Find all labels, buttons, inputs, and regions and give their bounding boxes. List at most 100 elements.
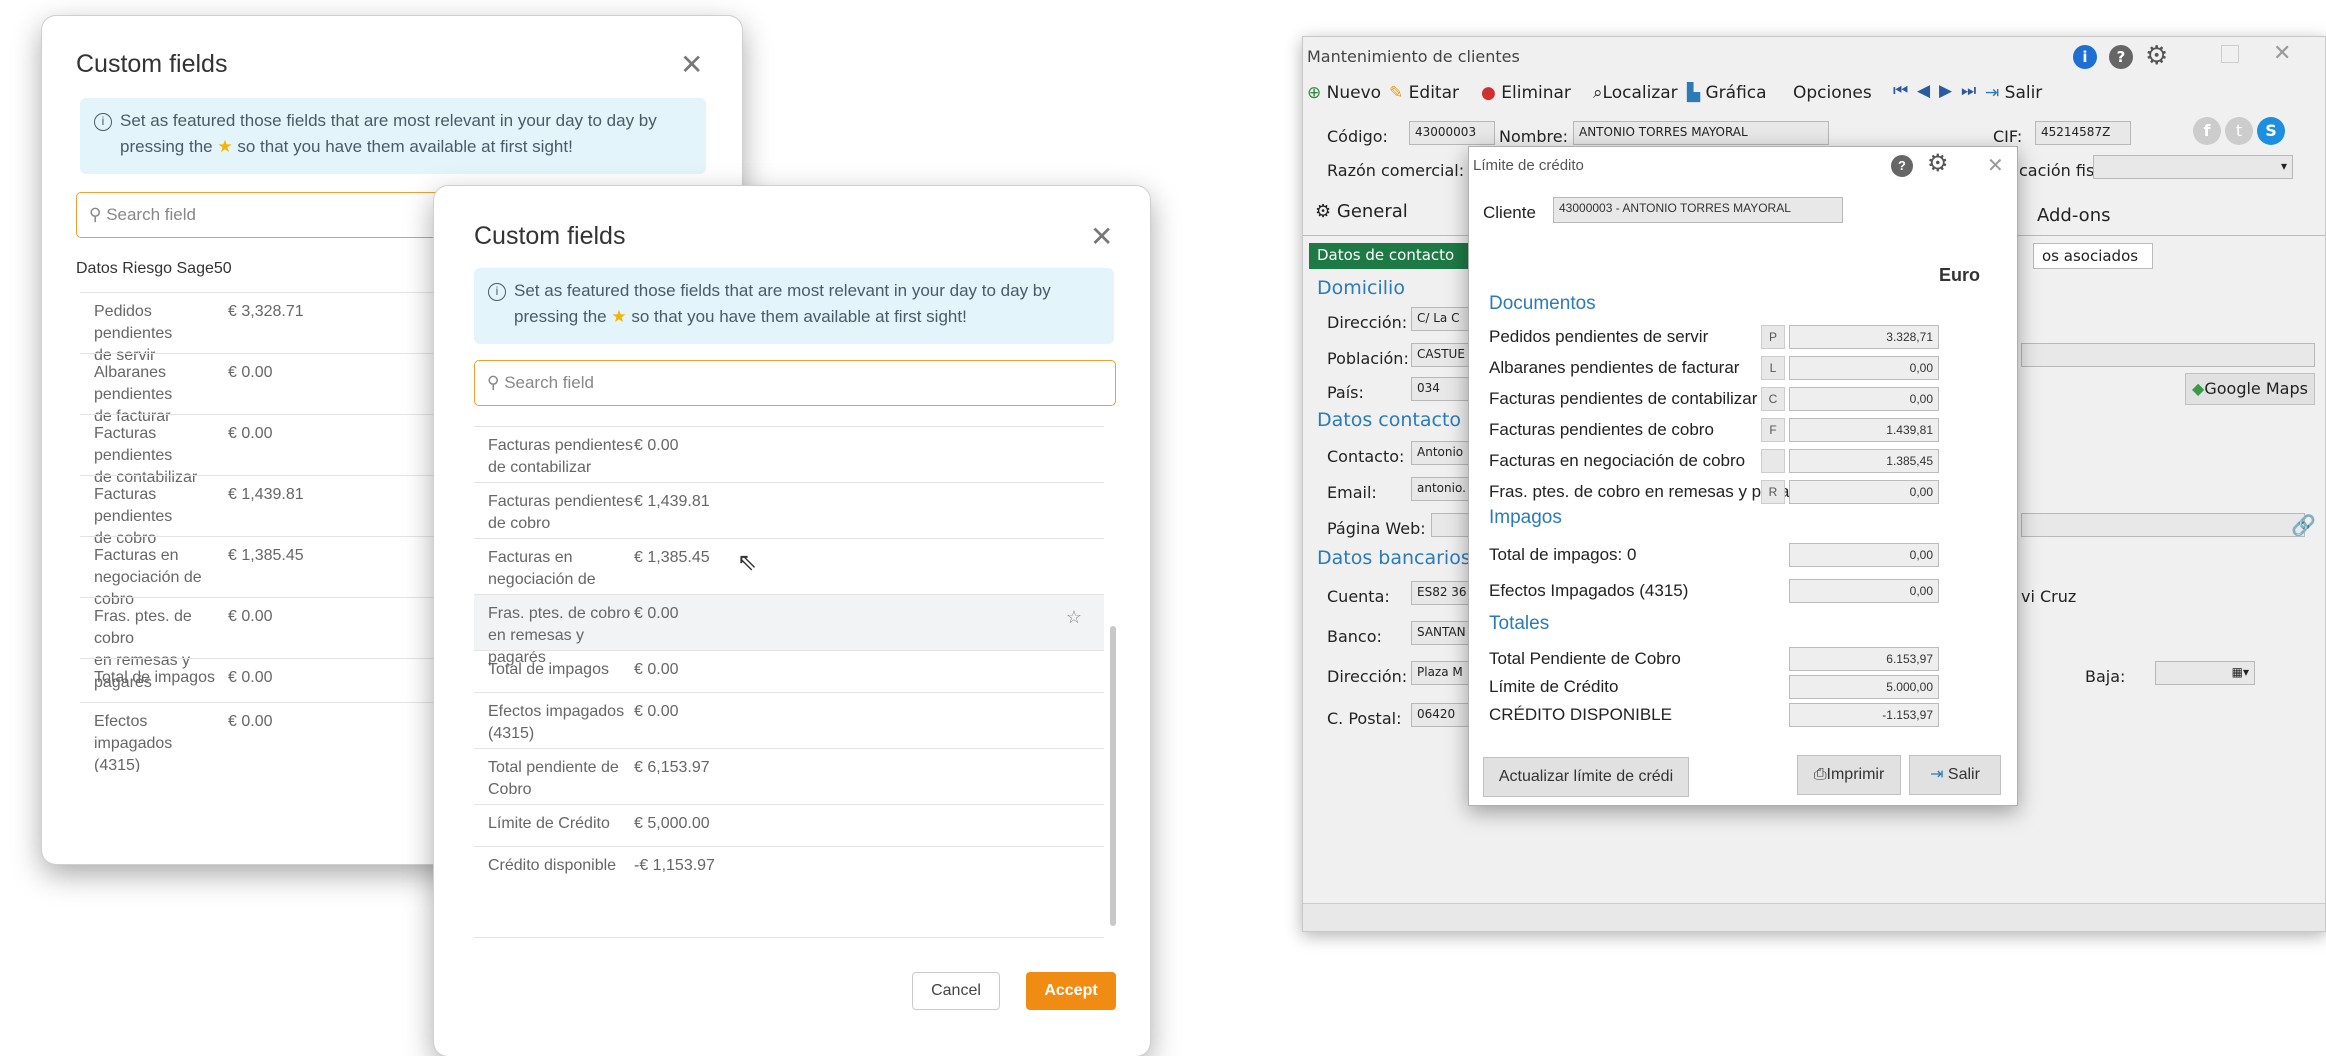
- list-item[interactable]: Límite de Crédito € 5,000.00: [474, 804, 1104, 846]
- row-value[interactable]: 6.153,97: [1789, 647, 1939, 671]
- field-label-line1: Fras. ptes. de cobro: [488, 605, 631, 622]
- list-item[interactable]: Facturas ennegociación de cobro€ 1,385.4…: [474, 538, 1104, 610]
- row-value[interactable]: 1.385,45: [1789, 449, 1939, 473]
- nav-first-icon[interactable]: ⏮: [1893, 81, 1908, 101]
- help-icon[interactable]: ?: [1891, 155, 1913, 177]
- doc-code[interactable]: [1761, 449, 1785, 473]
- chart-icon: ▙: [1687, 83, 1701, 103]
- list-item[interactable]: Facturas pendientes de cobro € 1,439.81: [474, 482, 1104, 538]
- web-field-ext[interactable]: [2021, 513, 2305, 537]
- star-icon[interactable]: ☆: [1066, 607, 1082, 628]
- subtab-asociados[interactable]: os asociados: [2033, 243, 2153, 269]
- salir-button[interactable]: ⇥ Salir: [1909, 755, 2001, 795]
- row-value[interactable]: 0,00: [1789, 480, 1939, 504]
- row-value[interactable]: 3.328,71: [1789, 325, 1939, 349]
- doc-code[interactable]: F: [1761, 418, 1785, 442]
- list-item[interactable]: Crédito disponible -€ 1,153.97: [474, 846, 1104, 888]
- close-icon[interactable]: ✕: [680, 48, 703, 81]
- gear-icon[interactable]: ⚙: [1927, 149, 1949, 178]
- info-banner: i Set as featured those fields that are m…: [474, 268, 1114, 344]
- facebook-icon[interactable]: f: [2193, 117, 2221, 145]
- map-icon: ◆: [2192, 379, 2205, 398]
- salir-button[interactable]: ⇥ Salir: [1985, 83, 2042, 103]
- skype-icon[interactable]: S: [2257, 117, 2285, 145]
- row-label: Efectos Impagados (4315): [1489, 581, 1689, 600]
- banco-label: Banco:: [1327, 627, 1382, 646]
- editar-button[interactable]: ✎ Editar: [1389, 83, 1459, 103]
- tab-addons[interactable]: Add-ons: [2037, 205, 2110, 226]
- imprimir-button[interactable]: ⎙Imprimir: [1797, 755, 1901, 795]
- ubicacion-select[interactable]: ▾: [2093, 155, 2293, 179]
- cif-field[interactable]: 45214587Z: [2035, 121, 2131, 145]
- field-label-line1: Facturas en: [94, 547, 179, 564]
- list-item[interactable]: Fras. ptes. de cobro en remesas y pagarés…: [474, 594, 1104, 666]
- row-value[interactable]: 0,00: [1789, 387, 1939, 411]
- scrollbar[interactable]: [1110, 626, 1116, 926]
- cuenta-label: Cuenta:: [1327, 587, 1390, 606]
- cliente-field[interactable]: 43000003 - ANTONIO TORRES MAYORAL: [1553, 197, 1843, 223]
- list-item[interactable]: Total pendiente de Cobro € 6,153.97: [474, 748, 1104, 804]
- doc-code[interactable]: L: [1761, 356, 1785, 380]
- row-value[interactable]: 0,00: [1789, 579, 1939, 603]
- tab-general[interactable]: ⚙ General: [1315, 201, 1408, 222]
- poblacion-extra[interactable]: [2021, 343, 2315, 367]
- grafica-button[interactable]: ▙ Gráfica: [1687, 83, 1767, 103]
- opciones-button[interactable]: Opciones: [1793, 83, 1872, 103]
- list-item[interactable]: Efectos impagados (4315) € 0.00: [474, 692, 1104, 748]
- eliminar-button[interactable]: ● Eliminar: [1481, 83, 1571, 103]
- field-label: Facturas ennegociación de cobro: [94, 545, 228, 608]
- search-input[interactable]: ⚲ Search field: [474, 360, 1116, 406]
- search-input[interactable]: ⚲ Search field: [76, 192, 496, 238]
- info-icon[interactable]: i: [2073, 45, 2097, 69]
- close-icon[interactable]: ✕: [1987, 153, 2004, 178]
- row-value[interactable]: 1.439,81: [1789, 418, 1939, 442]
- field-list: Facturas pendientes de contabilizar € 0.00…: [474, 426, 1104, 938]
- field-value: € 5,000.00: [634, 815, 710, 832]
- contacto-label: Contacto:: [1327, 447, 1405, 466]
- close-icon[interactable]: ✕: [2273, 41, 2291, 66]
- nav-next-icon[interactable]: ▶: [1939, 81, 1952, 101]
- doc-code[interactable]: P: [1761, 325, 1785, 349]
- list-item[interactable]: Total de impagos € 0.00: [474, 650, 1104, 692]
- gear-icon[interactable]: ⚙: [2145, 41, 2168, 71]
- field-label-line1: Facturas pendientes: [94, 486, 173, 525]
- google-maps-button[interactable]: ◆Google Maps: [2185, 373, 2315, 405]
- field-label: Facturas pendientes de cobro: [94, 484, 228, 547]
- localizar-button[interactable]: ⌕Localizar: [1593, 83, 1678, 103]
- doc-code[interactable]: C: [1761, 387, 1785, 411]
- help-icon[interactable]: ?: [2109, 45, 2133, 69]
- twitter-icon[interactable]: t: [2225, 117, 2253, 145]
- maximize-icon[interactable]: [2221, 45, 2239, 63]
- section-domicilio: Domicilio: [1317, 277, 1405, 299]
- subtab-contacto[interactable]: Datos de contacto: [1309, 243, 1469, 269]
- link-icon[interactable]: 🔗: [2291, 513, 2316, 537]
- field-label-line1: Límite de Crédito: [488, 815, 610, 832]
- list-item[interactable]: Facturas pendientes de contabilizar € 0.00: [474, 426, 1104, 482]
- nombre-field[interactable]: ANTONIO TORRES MAYORAL: [1573, 121, 1829, 145]
- field-value: € 0.00: [634, 703, 679, 720]
- codigo-field[interactable]: 43000003: [1409, 121, 1495, 145]
- poblacion-label: Población:: [1327, 349, 1409, 368]
- cancel-button[interactable]: Cancel: [912, 972, 1000, 1010]
- field-label-line2: (4315): [488, 725, 535, 742]
- row-value[interactable]: -1.153,97: [1789, 703, 1939, 727]
- row-value[interactable]: 0,00: [1789, 543, 1939, 567]
- nav-last-icon[interactable]: ⏭: [1961, 81, 1976, 101]
- baja-date-field[interactable]: ▦▾: [2155, 661, 2255, 685]
- info-icon: i: [488, 283, 506, 301]
- exit-icon: ⇥: [1985, 83, 2000, 103]
- actualizar-limite-button[interactable]: Actualizar límite de crédi: [1483, 757, 1689, 797]
- field-value: € 0.00: [228, 364, 273, 381]
- doc-code[interactable]: R: [1761, 480, 1785, 504]
- nuevo-button[interactable]: ⊕ Nuevo: [1307, 83, 1381, 103]
- field-label-line1: Total de impagos: [488, 661, 609, 678]
- field-label: Albaranes pendientes de facturar: [94, 362, 228, 425]
- field-label-line1: Facturas en: [488, 549, 573, 566]
- row-value[interactable]: 5.000,00: [1789, 675, 1939, 699]
- accept-button[interactable]: Accept: [1026, 972, 1116, 1010]
- field-label-line1: Total pendiente de: [488, 759, 619, 776]
- field-label-line2: de contabilizar: [488, 459, 592, 476]
- close-icon[interactable]: ✕: [1090, 220, 1113, 253]
- nav-prev-icon[interactable]: ◀: [1917, 81, 1930, 101]
- row-value[interactable]: 0,00: [1789, 356, 1939, 380]
